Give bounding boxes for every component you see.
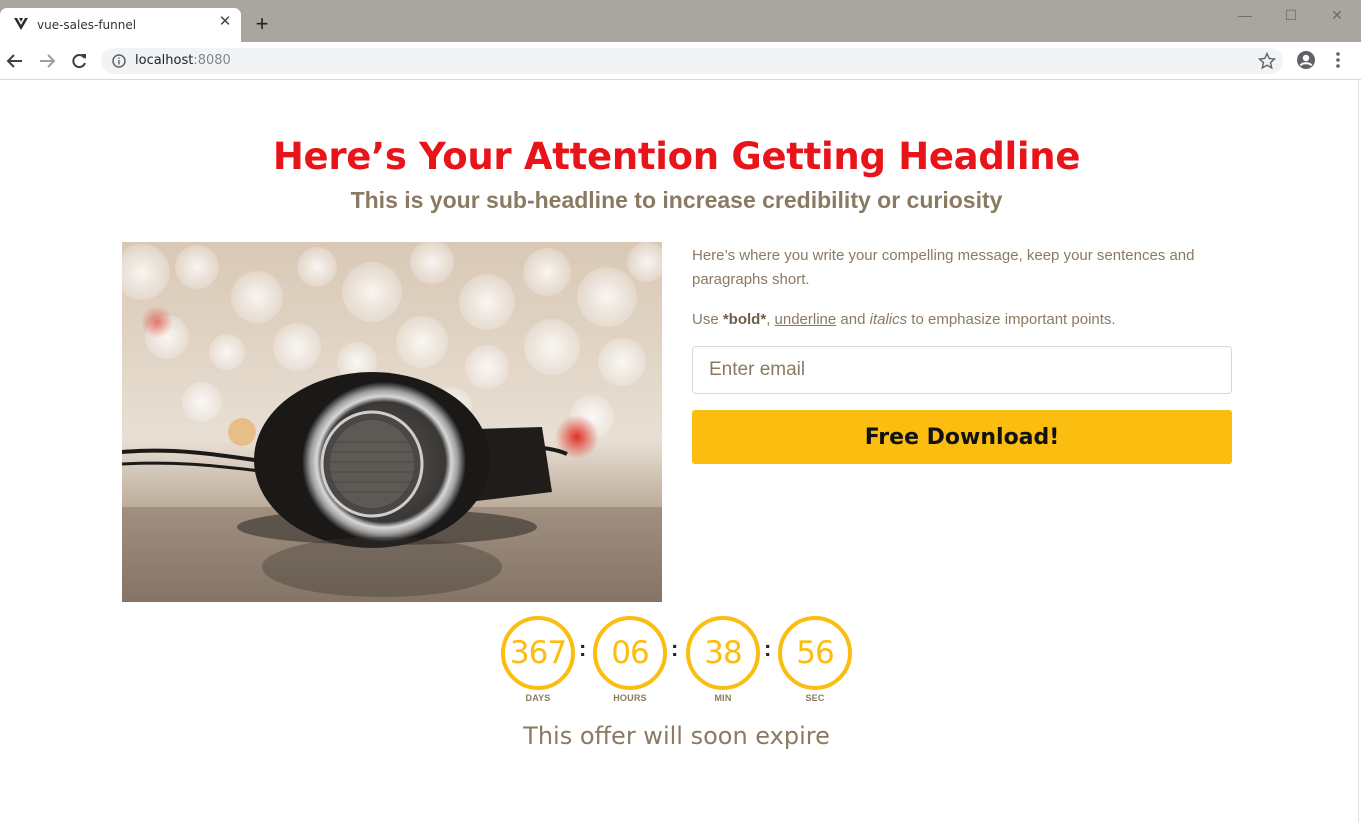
message-paragraph-1: Here’s where you write your compelling m…	[692, 247, 1195, 288]
back-arrow-icon[interactable]	[5, 51, 25, 71]
email-input[interactable]	[692, 346, 1232, 394]
forward-arrow-icon[interactable]	[37, 51, 57, 71]
headphones-image	[122, 242, 662, 602]
days-value: 367	[501, 616, 575, 690]
info-icon[interactable]	[112, 54, 126, 68]
hours-value: 06	[593, 616, 667, 690]
close-window-icon[interactable]: ✕	[1327, 6, 1347, 24]
countdown-minutes: 38 MIN	[686, 616, 760, 703]
hours-label: HOURS	[613, 693, 647, 703]
reload-icon[interactable]	[69, 51, 89, 71]
tab-title: vue-sales-funnel	[37, 18, 137, 32]
compelling-message: Here’s where you write your compelling m…	[692, 244, 1237, 348]
address-bar[interactable]: localhost:8080	[101, 48, 1283, 74]
countdown-separator: :	[671, 636, 679, 661]
minutes-value: 38	[686, 616, 760, 690]
message-paragraph-2: Use *bold*, underline and italics to emp…	[692, 311, 1116, 328]
seconds-value: 56	[778, 616, 852, 690]
countdown-hours: 06 HOURS	[593, 616, 667, 703]
countdown-timer: 367 DAYS : 06 HOURS : 38 MIN : 56 SEC	[501, 616, 861, 706]
offer-expire-text: This offer will soon expire	[523, 722, 830, 750]
new-tab-icon[interactable]: +	[252, 13, 272, 35]
page-headline: Here’s Your Attention Getting Headline	[272, 135, 1081, 178]
url-text: localhost:8080	[135, 53, 231, 68]
days-label: DAYS	[525, 693, 551, 703]
minimize-icon[interactable]: —	[1235, 6, 1255, 24]
page-subheadline: This is your sub-headline to increase cr…	[350, 187, 1003, 213]
countdown-seconds: 56 SEC	[778, 616, 852, 703]
italics-text: italics	[869, 311, 908, 328]
maximize-icon[interactable]: ☐	[1281, 6, 1301, 24]
minutes-label: MIN	[714, 693, 732, 703]
countdown-separator: :	[764, 636, 772, 661]
browser-tabstrip: vue-sales-funnel ✕ + — ☐ ✕	[0, 0, 1361, 42]
underline-text: underline	[774, 311, 837, 328]
vue-logo-icon	[14, 18, 28, 30]
kebab-menu-icon[interactable]	[1330, 50, 1346, 70]
browser-tab[interactable]: vue-sales-funnel ✕	[0, 8, 241, 42]
browser-toolbar: localhost:8080	[0, 42, 1361, 80]
tab-close-icon[interactable]: ✕	[218, 14, 232, 29]
bold-text: *bold*	[722, 311, 767, 328]
free-download-button[interactable]: Free Download!	[692, 410, 1232, 464]
countdown-days: 367 DAYS	[501, 616, 575, 703]
profile-avatar-icon[interactable]	[1296, 50, 1316, 70]
bookmark-star-icon[interactable]	[1258, 52, 1276, 70]
seconds-label: SEC	[805, 693, 825, 703]
countdown-separator: :	[579, 636, 587, 661]
